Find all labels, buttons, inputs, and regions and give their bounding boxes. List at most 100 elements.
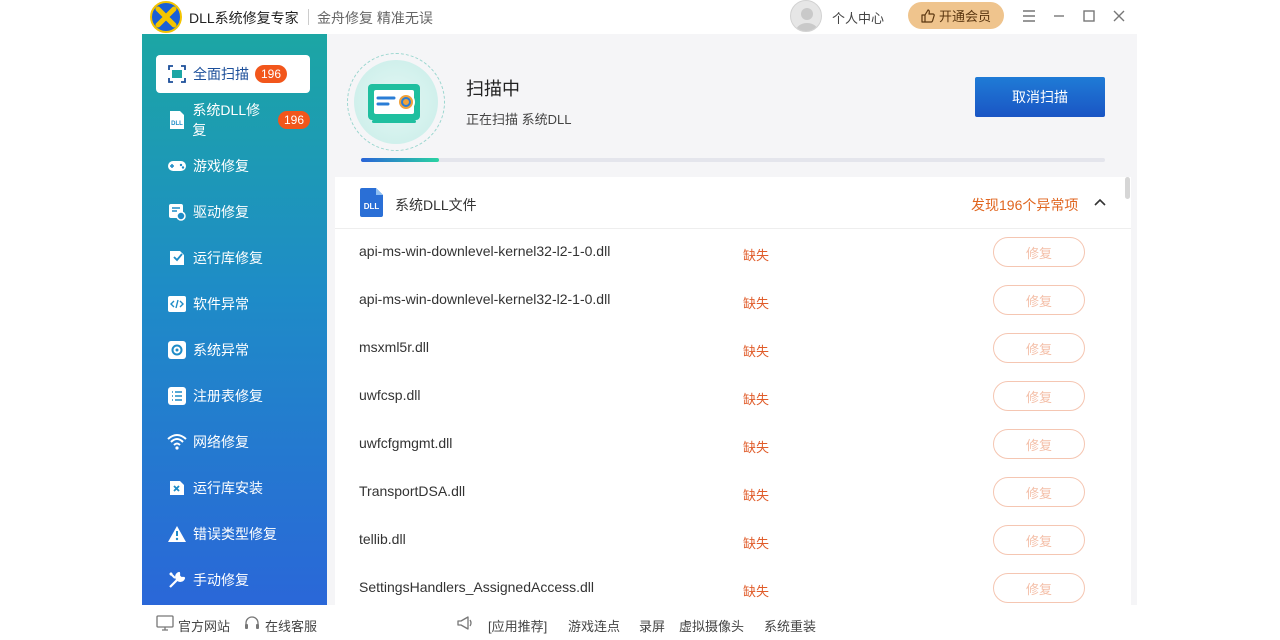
vip-button[interactable]: 开通会员 <box>908 2 1004 29</box>
code-icon <box>166 293 188 315</box>
sidebar-item-label: 手动修复 <box>193 572 249 588</box>
table-row: tellib.dll 缺失 修复 <box>335 517 1131 565</box>
footer-link-virtual-camera[interactable]: 虚拟摄像头 <box>679 616 744 635</box>
status-label: 缺失 <box>743 296 770 311</box>
scan-status-subtitle: 正在扫描 系统DLL <box>466 112 572 127</box>
dll-file-icon: DLL <box>360 188 383 217</box>
footer-link-system-reinstall[interactable]: 系统重装 <box>764 616 816 635</box>
sidebar-item-runtime-repair[interactable]: 运行库修复 <box>156 239 310 277</box>
maximize-icon[interactable] <box>1080 7 1098 25</box>
scan-progress-bar <box>361 158 1105 162</box>
status-label: 缺失 <box>743 536 770 551</box>
repair-button[interactable]: 修复 <box>993 573 1085 603</box>
main-panel: 扫描中 正在扫描 系统DLL 取消扫描 DLL 系统DLL文件 发现196个异常… <box>327 34 1137 605</box>
repair-button[interactable]: 修复 <box>993 237 1085 267</box>
footer-bar: 官方网站 在线客服 [应用推荐] 游戏连点 录屏 虚拟摄像头 系统重装 <box>142 605 1137 640</box>
svg-text:DLL: DLL <box>364 202 380 211</box>
online-support-link[interactable]: 在线客服 <box>265 616 317 635</box>
sidebar-item-network-repair[interactable]: 网络修复 <box>156 423 310 461</box>
sidebar-item-manual-repair[interactable]: 手动修复 <box>156 561 310 599</box>
table-row: uwfcsp.dll 缺失 修复 <box>335 373 1131 421</box>
dll-name: SettingsHandlers_AssignedAccess.dll <box>359 579 595 595</box>
list-icon <box>166 385 188 407</box>
status-label: 缺失 <box>743 488 770 503</box>
sidebar: 全面扫描 196 DLL 系统DLL修复 196 游戏修复 驱动修复 运行库修复… <box>142 34 327 605</box>
repair-button[interactable]: 修复 <box>993 477 1085 507</box>
scrollbar-thumb[interactable] <box>1125 177 1130 199</box>
sidebar-item-full-scan[interactable]: 全面扫描 196 <box>156 55 310 93</box>
status-label: 缺失 <box>743 344 770 359</box>
monitor-icon <box>156 615 174 631</box>
repair-button[interactable]: 修复 <box>993 381 1085 411</box>
dll-name: api-ms-win-downlevel-kernel32-l2-1-0.dll <box>359 291 611 307</box>
close-icon[interactable] <box>1110 7 1128 25</box>
scan-animation <box>347 53 445 151</box>
sidebar-item-label: 运行库安装 <box>193 480 263 496</box>
sidebar-item-driver-repair[interactable]: 驱动修复 <box>156 193 310 231</box>
scan-status-title: 扫描中 <box>466 79 520 99</box>
table-row: msxml5r.dll 缺失 修复 <box>335 325 1131 373</box>
dll-name: tellib.dll <box>359 531 406 547</box>
footer-link-screen-recorder[interactable]: 录屏 <box>639 616 665 635</box>
dll-name: api-ms-win-downlevel-kernel32-l2-1-0.dll <box>359 243 611 259</box>
menu-icon[interactable] <box>1020 7 1038 25</box>
sidebar-item-label: 全面扫描 <box>193 66 249 82</box>
status-label: 缺失 <box>743 392 770 407</box>
cancel-scan-button[interactable]: 取消扫描 <box>975 77 1105 117</box>
sidebar-item-label: 驱动修复 <box>193 204 249 220</box>
vip-label: 开通会员 <box>938 9 991 24</box>
sidebar-item-label: 错误类型修复 <box>193 526 277 542</box>
table-row: api-ms-win-downlevel-kernel32-l2-1-0.dll… <box>335 229 1131 277</box>
official-site-link[interactable]: 官方网站 <box>178 616 230 635</box>
sidebar-item-label: 运行库修复 <box>193 250 263 266</box>
scan-progress-fill <box>361 158 440 162</box>
sidebar-item-dll-repair[interactable]: DLL 系统DLL修复 196 <box>156 101 310 139</box>
table-row: SettingsHandlers_AssignedAccess.dll 缺失 修… <box>335 565 1131 605</box>
group-header[interactable]: DLL 系统DLL文件 发现196个异常项 <box>335 177 1131 229</box>
app-slogan: 金舟修复 精准无误 <box>317 10 433 26</box>
footer-link-auto-clicker[interactable]: 游戏连点 <box>568 616 620 635</box>
repair-button[interactable]: 修复 <box>993 285 1085 315</box>
headset-icon <box>245 616 259 629</box>
sidebar-item-registry-repair[interactable]: 注册表修复 <box>156 377 310 415</box>
sidebar-item-label: 注册表修复 <box>193 388 263 404</box>
sidebar-item-label: 系统DLL修复 <box>192 102 261 138</box>
scan-document-icon <box>368 84 420 123</box>
driver-icon <box>166 201 188 223</box>
table-row: uwfcfgmgmt.dll 缺失 修复 <box>335 421 1131 469</box>
wrench-icon <box>166 569 188 591</box>
anomaly-count: 发现196个异常项 <box>971 197 1079 213</box>
app-name: DLL系统修复专家 <box>189 10 299 26</box>
wifi-icon <box>166 431 188 453</box>
gear-icon <box>166 339 188 361</box>
sidebar-item-runtime-install[interactable]: 运行库安装 <box>156 469 310 507</box>
app-logo-icon <box>150 1 182 33</box>
sidebar-item-label: 网络修复 <box>193 434 249 450</box>
minimize-icon[interactable] <box>1050 7 1068 25</box>
table-row: api-ms-win-downlevel-kernel32-l2-1-0.dll… <box>335 277 1131 325</box>
repair-button[interactable]: 修复 <box>993 525 1085 555</box>
avatar[interactable] <box>790 0 822 32</box>
dll-file-icon: DLL <box>166 109 187 131</box>
title-divider <box>308 9 309 25</box>
sidebar-item-label: 软件异常 <box>193 296 249 312</box>
count-badge: 196 <box>255 65 288 83</box>
scan-header: 扫描中 正在扫描 系统DLL 取消扫描 <box>327 34 1137 177</box>
megaphone-icon <box>457 616 472 630</box>
repair-button[interactable]: 修复 <box>993 333 1085 363</box>
sidebar-item-software-error[interactable]: 软件异常 <box>156 285 310 323</box>
scan-icon <box>166 63 188 85</box>
table-row: TransportDSA.dll 缺失 修复 <box>335 469 1131 517</box>
sidebar-item-label: 系统异常 <box>193 342 249 358</box>
sidebar-item-error-type-repair[interactable]: 错误类型修复 <box>156 515 310 553</box>
status-label: 缺失 <box>743 440 770 455</box>
sidebar-item-label: 游戏修复 <box>193 158 249 174</box>
sidebar-item-system-error[interactable]: 系统异常 <box>156 331 310 369</box>
user-center-link[interactable]: 个人中心 <box>832 8 884 27</box>
dll-name: TransportDSA.dll <box>359 483 466 499</box>
sidebar-item-game-repair[interactable]: 游戏修复 <box>156 147 310 185</box>
app-recommend-label: [应用推荐] <box>488 619 548 634</box>
repair-button[interactable]: 修复 <box>993 429 1085 459</box>
chevron-up-icon[interactable] <box>1093 195 1107 209</box>
app-window: DLL系统修复专家 金舟修复 精准无误 个人中心 开通会员 全面扫描 196 D… <box>142 0 1137 640</box>
